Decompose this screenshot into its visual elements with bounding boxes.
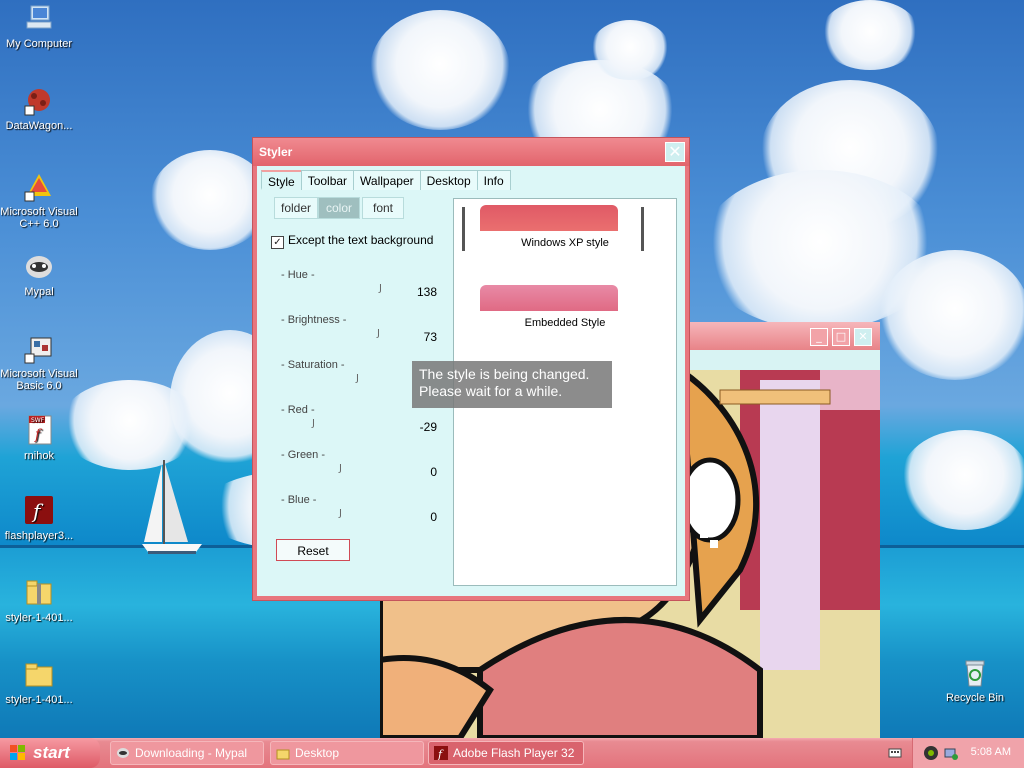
desktop-icon-datawagon[interactable]: DataWagon...: [0, 84, 78, 132]
red-label: - Red -: [281, 404, 315, 416]
window-title: Styler: [259, 145, 293, 159]
mypal-icon: [23, 250, 55, 282]
visual-cpp-icon: [23, 170, 55, 202]
checkbox-label: Except the text background: [288, 233, 434, 247]
style-name-embedded[interactable]: Embedded Style: [454, 317, 676, 329]
desktop-icon-rnihok[interactable]: SWF f rnihok: [0, 414, 78, 462]
windows-logo-icon: [10, 745, 25, 760]
brightness-slider-thumb[interactable]: J: [377, 328, 380, 339]
system-tray: 5:08 AM: [912, 738, 1024, 768]
task-desktop[interactable]: Desktop: [270, 741, 424, 765]
clock[interactable]: 5:08 AM: [971, 746, 1011, 758]
brightness-label: - Brightness -: [281, 314, 347, 326]
keyboard-icon[interactable]: [888, 746, 902, 760]
desktop-icon-recycle-bin[interactable]: Recycle Bin: [936, 656, 1014, 704]
status-line-2: Please wait for a while.: [419, 383, 563, 399]
desktop-icon-my-computer[interactable]: My Computer: [0, 2, 78, 50]
start-button[interactable]: start: [0, 738, 100, 768]
green-value: 0: [430, 465, 437, 479]
close-button[interactable]: ✕: [665, 142, 685, 162]
red-slider-thumb[interactable]: J: [312, 418, 315, 429]
saturation-label: - Saturation -: [281, 359, 345, 371]
mypal-icon: [117, 748, 129, 758]
status-line-1: The style is being changed.: [419, 366, 590, 382]
desktop-icon-styler-folder[interactable]: styler-1-401...: [0, 658, 78, 706]
styler-titlebar[interactable]: Styler: [253, 138, 689, 166]
recycle-bin-icon: [959, 656, 991, 688]
desktop-icon-visual-cpp[interactable]: Microsoft Visual C++ 6.0: [0, 170, 78, 230]
task-downloading-mypal[interactable]: Downloading - Mypal: [110, 741, 264, 765]
green-label: - Green -: [281, 449, 326, 461]
style-swatch-windows-xp[interactable]: [480, 205, 618, 231]
computer-icon: [23, 2, 55, 34]
brightness-value: 73: [423, 330, 437, 344]
maximize-button[interactable]: □: [832, 328, 850, 346]
reset-button[interactable]: Reset: [276, 539, 350, 561]
status-overlay: The style is being changed. Please wait …: [412, 361, 612, 408]
close-icon: ✕: [668, 142, 682, 161]
taskbar: start Downloading - Mypal Desktop f Adob…: [0, 738, 1024, 768]
red-value: -29: [419, 420, 437, 434]
except-text-background-checkbox[interactable]: ✓ Except the text background: [271, 233, 433, 249]
hue-slider-thumb[interactable]: J: [379, 283, 382, 294]
zip-folder-icon: [23, 576, 55, 608]
minimize-button[interactable]: _: [810, 328, 828, 346]
saturation-slider-thumb[interactable]: J: [356, 373, 359, 384]
desktop-icon-mypal[interactable]: Mypal: [0, 250, 78, 298]
sailboat-image: [142, 460, 202, 554]
tab-desktop[interactable]: Desktop: [419, 170, 478, 190]
style-swatch-embedded[interactable]: [480, 285, 618, 311]
desktop-icon-visual-basic[interactable]: Microsoft Visual Basic 6.0: [0, 332, 78, 392]
style-name-windows-xp[interactable]: Windows XP style: [454, 237, 676, 249]
tab-info[interactable]: Info: [476, 170, 511, 190]
checkbox-check-icon: ✓: [271, 236, 284, 249]
subtab-color[interactable]: color: [318, 197, 360, 219]
tab-style[interactable]: Style: [261, 170, 302, 190]
network-icon[interactable]: [943, 745, 959, 761]
folder-icon: [23, 658, 55, 690]
tab-wallpaper[interactable]: Wallpaper: [353, 170, 421, 190]
blue-slider-thumb[interactable]: J: [339, 508, 342, 519]
flash-player-icon: f: [23, 494, 55, 526]
swf-file-icon: SWF f: [23, 414, 55, 446]
tray-app-icon[interactable]: [923, 745, 939, 761]
subtab-folder[interactable]: folder: [274, 197, 318, 219]
folder-icon: [276, 749, 290, 760]
flash-player-icon: f: [434, 746, 448, 760]
blue-label: - Blue -: [281, 494, 317, 506]
datawagon-icon: [23, 84, 55, 116]
hue-label: - Hue -: [281, 269, 315, 281]
subtab-font[interactable]: font: [362, 197, 404, 219]
green-slider-thumb[interactable]: J: [339, 463, 342, 474]
desktop-icon-styler-zip[interactable]: styler-1-401...: [0, 576, 78, 624]
hue-value: 138: [416, 285, 437, 299]
styler-tabs: Style Toolbar Wallpaper Desktop Info: [261, 170, 511, 190]
tab-toolbar[interactable]: Toolbar: [300, 170, 355, 190]
blue-value: 0: [430, 510, 437, 524]
visual-basic-icon: [23, 332, 55, 364]
close-button[interactable]: ✕: [854, 328, 872, 346]
task-adobe-flash-player[interactable]: f Adobe Flash Player 32: [428, 741, 584, 765]
desktop-icon-flashplayer[interactable]: f flashplayer3...: [0, 494, 78, 542]
svg-text:SWF: SWF: [31, 417, 45, 424]
